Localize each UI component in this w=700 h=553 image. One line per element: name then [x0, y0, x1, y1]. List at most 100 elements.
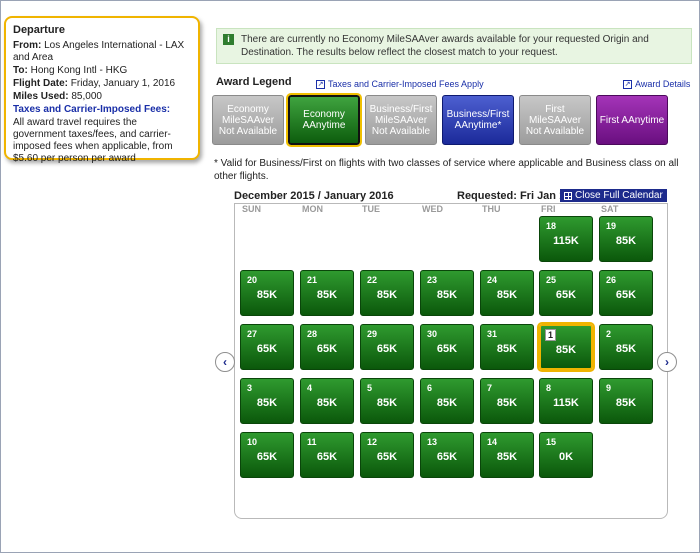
calendar-day[interactable]: 10 65K — [240, 432, 294, 478]
day-number: 22 — [367, 275, 378, 285]
award-details-link-label: Award Details — [635, 79, 691, 89]
legend-item-3: Business/First MileSAAver Not Available — [365, 95, 437, 145]
calendar-day[interactable]: 22 85K — [360, 270, 414, 316]
calendar-day[interactable]: 30 65K — [420, 324, 474, 370]
calendar-day[interactable]: 29 65K — [360, 324, 414, 370]
day-miles: 85K — [615, 343, 637, 355]
weekday-sun: SUN — [242, 204, 262, 214]
day-miles: 85K — [436, 289, 458, 301]
day-number: 2 — [606, 329, 612, 339]
day-number: 8 — [546, 383, 552, 393]
day-number: 5 — [367, 383, 373, 393]
availability-notice: i There are currently no Economy MileSAA… — [216, 28, 692, 64]
info-icon: i — [223, 34, 234, 45]
legend-item-2: Economy AAnytime — [286, 93, 362, 147]
award-legend-title: Award Legend — [216, 76, 292, 88]
day-number: 19 — [606, 221, 617, 231]
day-number: 20 — [247, 275, 258, 285]
calendar-day[interactable]: 13 65K — [420, 432, 474, 478]
day-number: 11 — [307, 437, 317, 447]
calendar-day[interactable]: 25 65K — [539, 270, 593, 316]
calendar-day[interactable]: 3 85K — [240, 378, 294, 424]
close-calendar-button[interactable]: Close Full Calendar — [560, 189, 667, 202]
close-calendar-label: Close Full Calendar — [575, 190, 663, 201]
calendar-day[interactable]: 2 85K — [599, 324, 653, 370]
legend-item-6: First AAnytime — [596, 95, 668, 145]
legend-item-5: First MileSAAver Not Available — [519, 95, 591, 145]
calendar-day[interactable]: 18 115K — [539, 216, 593, 262]
day-number: 25 — [546, 275, 557, 285]
day-number: 30 — [427, 329, 438, 339]
day-number: 28 — [307, 329, 318, 339]
legend-item-label: Business/First MileSAAver Not Available — [369, 103, 433, 137]
day-number: 29 — [367, 329, 378, 339]
day-miles: 65K — [555, 289, 577, 301]
calendar-day[interactable]: 14 85K — [480, 432, 534, 478]
taxes-fees-link[interactable]: ↗ Taxes and Carrier-Imposed Fees Apply — [316, 79, 484, 89]
day-number: 15 — [546, 437, 557, 447]
taxes-fees-link-label: Taxes and Carrier-Imposed Fees Apply — [328, 79, 484, 89]
next-week-button[interactable]: › — [657, 352, 677, 372]
day-miles: 0K — [558, 451, 574, 463]
calendar-day[interactable]: 20 85K — [240, 270, 294, 316]
calendar-day[interactable]: 31 85K — [480, 324, 534, 370]
taxes-heading: Taxes and Carrier-Imposed Fees: — [13, 104, 171, 115]
day-number: 21 — [307, 275, 318, 285]
day-number: 18 — [546, 221, 557, 231]
legend-item-1: Economy MileSAAver Not Available — [212, 95, 284, 145]
calendar-day[interactable]: 7 85K — [480, 378, 534, 424]
popup-icon: ↗ — [623, 79, 632, 89]
day-miles: 65K — [376, 343, 398, 355]
to-row: To: Hong Kong Intl - HKG — [13, 65, 191, 77]
day-miles: 85K — [316, 289, 338, 301]
legend-item-label: Business/First AAnytime* — [446, 109, 510, 131]
day-miles: 65K — [376, 451, 398, 463]
award-details-link[interactable]: ↗ Award Details — [623, 79, 690, 89]
flight-date-label: Flight Date: — [13, 78, 68, 89]
day-number: 27 — [247, 329, 258, 339]
day-number: 26 — [606, 275, 617, 285]
from-label: From: — [13, 40, 42, 51]
prev-week-button[interactable]: ‹ — [215, 352, 235, 372]
day-miles: 65K — [436, 343, 458, 355]
weekday-fri: FRI — [541, 204, 556, 214]
day-miles: 85K — [555, 344, 577, 356]
calendar-day[interactable]: 26 65K — [599, 270, 653, 316]
popup-icon: ↗ — [316, 79, 325, 89]
calendar-day[interactable]: 6 85K — [420, 378, 474, 424]
calendar-day[interactable]: 4 85K — [300, 378, 354, 424]
calendar-day[interactable]: 27 65K — [240, 324, 294, 370]
day-number: 23 — [427, 275, 438, 285]
calendar-day[interactable]: 24 85K — [480, 270, 534, 316]
day-miles: 85K — [376, 397, 398, 409]
calendar-day[interactable]: 23 85K — [420, 270, 474, 316]
calendar-grid-icon — [564, 191, 572, 200]
day-miles: 65K — [615, 289, 637, 301]
day-miles: 85K — [256, 397, 278, 409]
day-miles: 85K — [496, 289, 518, 301]
day-number: 1 — [545, 329, 557, 341]
calendar-day[interactable]: 9 85K — [599, 378, 653, 424]
weekday-thu: THU — [482, 204, 501, 214]
flight-date-row: Flight Date: Friday, January 1, 2016 — [13, 78, 191, 90]
day-miles: 85K — [496, 343, 518, 355]
calendar-day[interactable]: 12 65K — [360, 432, 414, 478]
day-miles: 115K — [553, 235, 579, 247]
calendar-day[interactable]: 19 85K — [599, 216, 653, 262]
calendar-day[interactable]: 11 65K — [300, 432, 354, 478]
day-miles: 85K — [376, 289, 398, 301]
weekday-tue: TUE — [362, 204, 380, 214]
calendar-day[interactable]: 28 65K — [300, 324, 354, 370]
day-number: 9 — [606, 383, 612, 393]
day-miles: 65K — [316, 451, 338, 463]
flight-date-value: Friday, January 1, 2016 — [70, 78, 176, 89]
requested-date: Requested: Fri Jan 1 — [457, 190, 566, 202]
miles-used-row: Miles Used: 85,000 — [13, 91, 191, 103]
calendar-day[interactable]: 8 115K — [539, 378, 593, 424]
calendar-day[interactable]: 21 85K — [300, 270, 354, 316]
day-number: 6 — [427, 383, 433, 393]
calendar-day[interactable]: 5 85K — [360, 378, 414, 424]
calendar-day-selected[interactable]: 1 85K — [537, 322, 595, 372]
calendar-day[interactable]: 15 0K — [539, 432, 593, 478]
miles-used-label: Miles Used: — [13, 91, 69, 102]
